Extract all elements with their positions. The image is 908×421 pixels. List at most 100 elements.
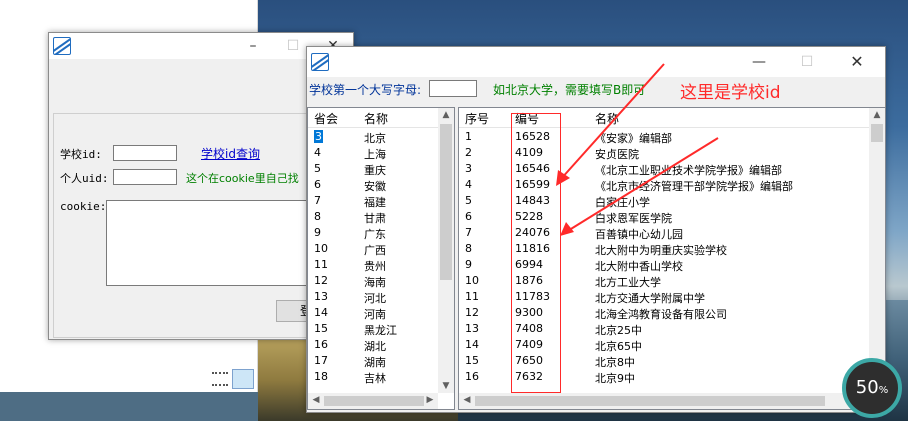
list-item[interactable]: 8 甘肃: [308, 209, 438, 225]
close-button[interactable]: ✕: [837, 47, 877, 77]
school-name: 北方工业大学: [595, 276, 661, 289]
school-name: 《安家》编辑部: [595, 132, 672, 145]
list-item[interactable]: 4 上海: [308, 145, 438, 161]
desktop-strip: [0, 392, 258, 421]
progress-badge: 50%: [842, 358, 902, 418]
school-name: 安贞医院: [595, 148, 639, 161]
school-name: 《北京市经济管理干部学院学报》编辑部: [595, 180, 793, 193]
list-item[interactable]: 14 河南: [308, 305, 438, 321]
province-code: 4: [314, 146, 321, 159]
scroll-thumb[interactable]: [324, 396, 424, 406]
school-name: 北方交通大学附属中学: [595, 292, 705, 305]
school-name: 北大附中香山学校: [595, 260, 683, 273]
list-item[interactable]: 5 重庆: [308, 161, 438, 177]
province-name: 甘肃: [364, 212, 386, 225]
scroll-right-arrow[interactable]: ▶: [422, 395, 438, 405]
province-name: 安徽: [364, 180, 386, 193]
scroll-up-arrow[interactable]: ▲: [869, 110, 885, 120]
scroll-left-arrow[interactable]: ◀: [308, 395, 324, 405]
school-id-query-link[interactable]: 学校id查询: [201, 145, 260, 162]
list-item[interactable]: 17 湖南: [308, 353, 438, 369]
school-name: 北京9中: [595, 372, 635, 385]
letter-input[interactable]: [429, 80, 477, 97]
school-name: 《北京工业职业技术学院学报》编辑部: [595, 164, 782, 177]
maximize-button[interactable]: ☐: [787, 47, 827, 77]
list-item[interactable]: 10 广西: [308, 241, 438, 257]
school-id-input[interactable]: [113, 145, 177, 161]
letter-label: 学校第一个大写字母:: [309, 83, 422, 97]
scroll-thumb[interactable]: [475, 396, 825, 406]
province-code: 17: [314, 354, 328, 367]
school-name: 白求恩军医学院: [595, 212, 672, 225]
row-index: 15: [465, 354, 479, 367]
scroll-down-arrow[interactable]: ▼: [438, 381, 454, 391]
progress-value: 50: [855, 377, 879, 398]
province-code: 7: [314, 194, 321, 207]
list-item[interactable]: 7 福建: [308, 193, 438, 209]
list-item[interactable]: 6 安徽: [308, 177, 438, 193]
province-name: 北京: [364, 132, 386, 145]
row-index: 7: [465, 226, 472, 239]
cookie-hint: 这个在cookie里自己找: [186, 172, 299, 185]
scroll-left-arrow[interactable]: ◀: [459, 395, 475, 405]
list-item[interactable]: 9 广东: [308, 225, 438, 241]
row-index: 14: [465, 338, 479, 351]
province-code: 14: [314, 306, 328, 319]
list-item[interactable]: 15 黑龙江: [308, 321, 438, 337]
id-column-highlight: [511, 113, 561, 393]
province-name: 吉林: [364, 372, 386, 385]
province-code: 18: [314, 370, 328, 383]
province-name: 黑龙江: [364, 324, 397, 337]
column-header-name[interactable]: 名称: [364, 110, 388, 127]
column-header-name[interactable]: 名称: [595, 110, 619, 127]
scroll-thumb[interactable]: [871, 124, 883, 142]
province-code: 5: [314, 162, 321, 175]
row-index: 11: [465, 290, 479, 303]
app-icon: [311, 53, 329, 71]
list-view-icon[interactable]: [212, 372, 228, 386]
scroll-thumb[interactable]: [440, 124, 452, 280]
row-index: 5: [465, 194, 472, 207]
province-code: 11: [314, 258, 328, 271]
scroll-up-arrow[interactable]: ▲: [438, 110, 454, 120]
column-header-index[interactable]: 序号: [465, 110, 489, 127]
minimize-button[interactable]: –: [233, 33, 273, 59]
school-id-label: 学校id:: [60, 148, 102, 161]
list-item[interactable]: 16 湖北: [308, 337, 438, 353]
province-code: 16: [314, 338, 328, 351]
province-code: 15: [314, 322, 328, 335]
province-code: 10: [314, 242, 328, 255]
province-code: 8: [314, 210, 321, 223]
horizontal-scrollbar[interactable]: ◀ ▶: [459, 393, 869, 409]
details-view-icon[interactable]: [232, 369, 254, 389]
row-index: 8: [465, 242, 472, 255]
row-index: 1: [465, 130, 472, 143]
province-name: 海南: [364, 276, 386, 289]
list-item[interactable]: 13 河北: [308, 289, 438, 305]
list-item[interactable]: 3 北京: [308, 129, 438, 145]
horizontal-scrollbar[interactable]: ◀ ▶: [308, 393, 438, 409]
school-lookup-window: — ☐ ✕ 学校第一个大写字母: 如北京大学，需要填写B即可 这里是学校id 省…: [306, 46, 886, 413]
province-name: 湖南: [364, 356, 386, 369]
province-list[interactable]: 省会 名称 3 北京 4 上海 5 重庆 6 安徽 7 福建 8 甘肃 9 广东 10 广西 11 贵州 12 海南 1…: [307, 107, 455, 410]
province-name: 河北: [364, 292, 386, 305]
personal-uid-input[interactable]: [113, 169, 177, 185]
minimize-button[interactable]: —: [739, 47, 779, 77]
province-name: 广东: [364, 228, 386, 241]
province-name: 福建: [364, 196, 386, 209]
list-item[interactable]: 11 贵州: [308, 257, 438, 273]
row-index: 6: [465, 210, 472, 223]
column-header-province[interactable]: 省会: [314, 110, 338, 127]
list-item[interactable]: 18 吉林: [308, 369, 438, 385]
vertical-scrollbar[interactable]: ▲ ▼: [438, 108, 454, 393]
cookie-label: cookie:: [60, 200, 107, 213]
list-item[interactable]: 12 海南: [308, 273, 438, 289]
vertical-scrollbar[interactable]: ▲ ▼: [869, 108, 885, 393]
province-code: 9: [314, 226, 321, 239]
view-toggle[interactable]: [210, 368, 256, 390]
personal-uid-label: 个人uid:: [60, 172, 109, 185]
province-list-header: 省会 名称: [308, 108, 454, 128]
app-icon: [53, 37, 71, 55]
school-name: 北京65中: [595, 340, 642, 353]
province-code: 6: [314, 178, 321, 191]
